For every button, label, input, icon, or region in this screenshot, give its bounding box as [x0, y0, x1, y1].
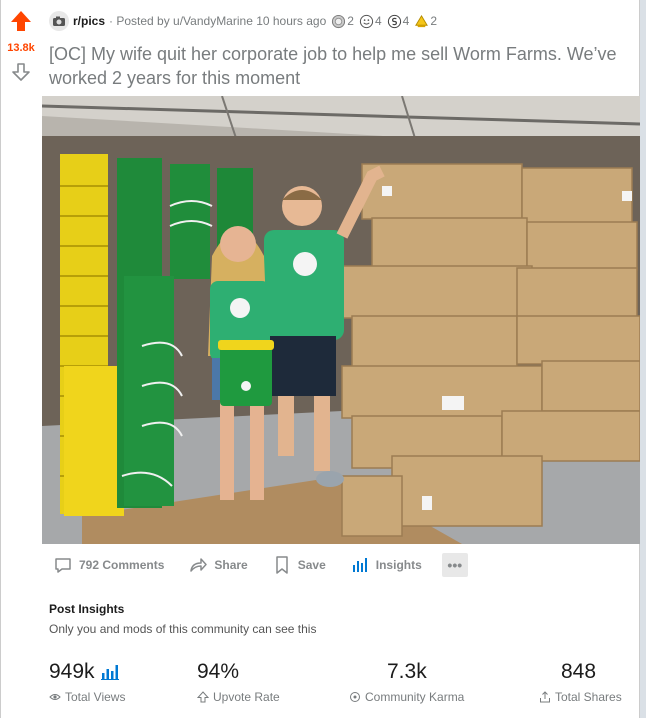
post-title[interactable]: [OC] My wife quit her corporate job to h… [49, 42, 634, 90]
comment-icon [55, 558, 71, 573]
award-count: 4 [374, 14, 382, 28]
downvote-arrow-icon[interactable] [11, 62, 31, 82]
insights-button[interactable]: Insights [346, 553, 426, 577]
share-button[interactable]: Share [184, 553, 251, 577]
comments-button[interactable]: 792 Comments [49, 553, 168, 577]
helpful-award-icon [387, 14, 401, 28]
insights-title: Post Insights [49, 602, 125, 616]
stat-label: Upvote Rate [213, 690, 280, 704]
stat-total-shares: 848 Total Shares [539, 660, 622, 704]
stat-label: Total Shares [555, 690, 622, 704]
stat-value: 94% [197, 660, 240, 683]
stat-value: 7.3k [387, 660, 427, 683]
award-wholesome[interactable]: 4 [359, 14, 382, 29]
upvote-arrow-icon[interactable] [10, 10, 32, 32]
upvote-outline-icon [197, 691, 209, 703]
post-image[interactable] [42, 96, 640, 544]
award-helpful[interactable]: 4 [387, 14, 410, 29]
stat-value: 848 [561, 660, 597, 683]
gold-award-icon [415, 14, 429, 27]
stat-label: Total Views [65, 690, 126, 704]
save-button[interactable]: Save [268, 553, 330, 577]
subreddit-link[interactable]: r/pics [73, 14, 105, 28]
award-silver[interactable]: 2 [331, 14, 354, 29]
silver-award-icon [332, 14, 346, 28]
post-action-bar: 792 Comments Share Save Insights ••• [49, 552, 468, 578]
stat-upvote-rate: 94% Upvote Rate [197, 660, 280, 704]
stat-community-karma: 7.3k Community Karma [349, 660, 464, 704]
insights-subtitle: Only you and mods of this community can … [49, 622, 317, 636]
insights-label: Insights [375, 558, 422, 572]
award-count: 2 [347, 14, 354, 28]
share-label: Share [214, 558, 248, 572]
camera-icon [53, 16, 65, 26]
bar-chart-icon[interactable] [100, 664, 121, 680]
share-upload-icon [540, 691, 550, 703]
vote-column: 13.8k [1, 0, 41, 718]
posted-by[interactable]: · Posted by u/VandyMarine 10 hours ago [109, 14, 326, 28]
post-card: 13.8k r/pics · Posted by u/VandyMarine 1… [0, 0, 640, 718]
stat-total-views: 949k Total Views [49, 660, 125, 704]
bar-chart-icon [352, 558, 367, 572]
garage-photo-illustration [42, 96, 640, 544]
post-meta: r/pics · Posted by u/VandyMarine 10 hour… [49, 10, 634, 32]
share-icon [190, 558, 208, 572]
more-options-button[interactable]: ••• [441, 553, 468, 577]
wholesome-award-icon [359, 14, 374, 28]
post-insights-panel: Post Insights Only you and mods of this … [49, 596, 634, 636]
subreddit-icon[interactable] [49, 11, 69, 31]
award-count: 4 [402, 14, 410, 28]
vote-score: 13.8k [7, 42, 35, 54]
save-label: Save [297, 558, 326, 572]
karma-icon [350, 692, 360, 702]
comments-label: 792 Comments [79, 558, 165, 572]
bookmark-icon [275, 556, 288, 574]
award-count: 2 [430, 14, 438, 28]
insights-stats: 949k Total Views 94% Upvote Rate 7.3k Co… [49, 660, 634, 710]
award-gold[interactable]: 2 [414, 14, 437, 29]
stat-label: Community Karma [365, 690, 465, 704]
stat-value: 949k [49, 660, 95, 683]
eye-icon [49, 694, 61, 700]
